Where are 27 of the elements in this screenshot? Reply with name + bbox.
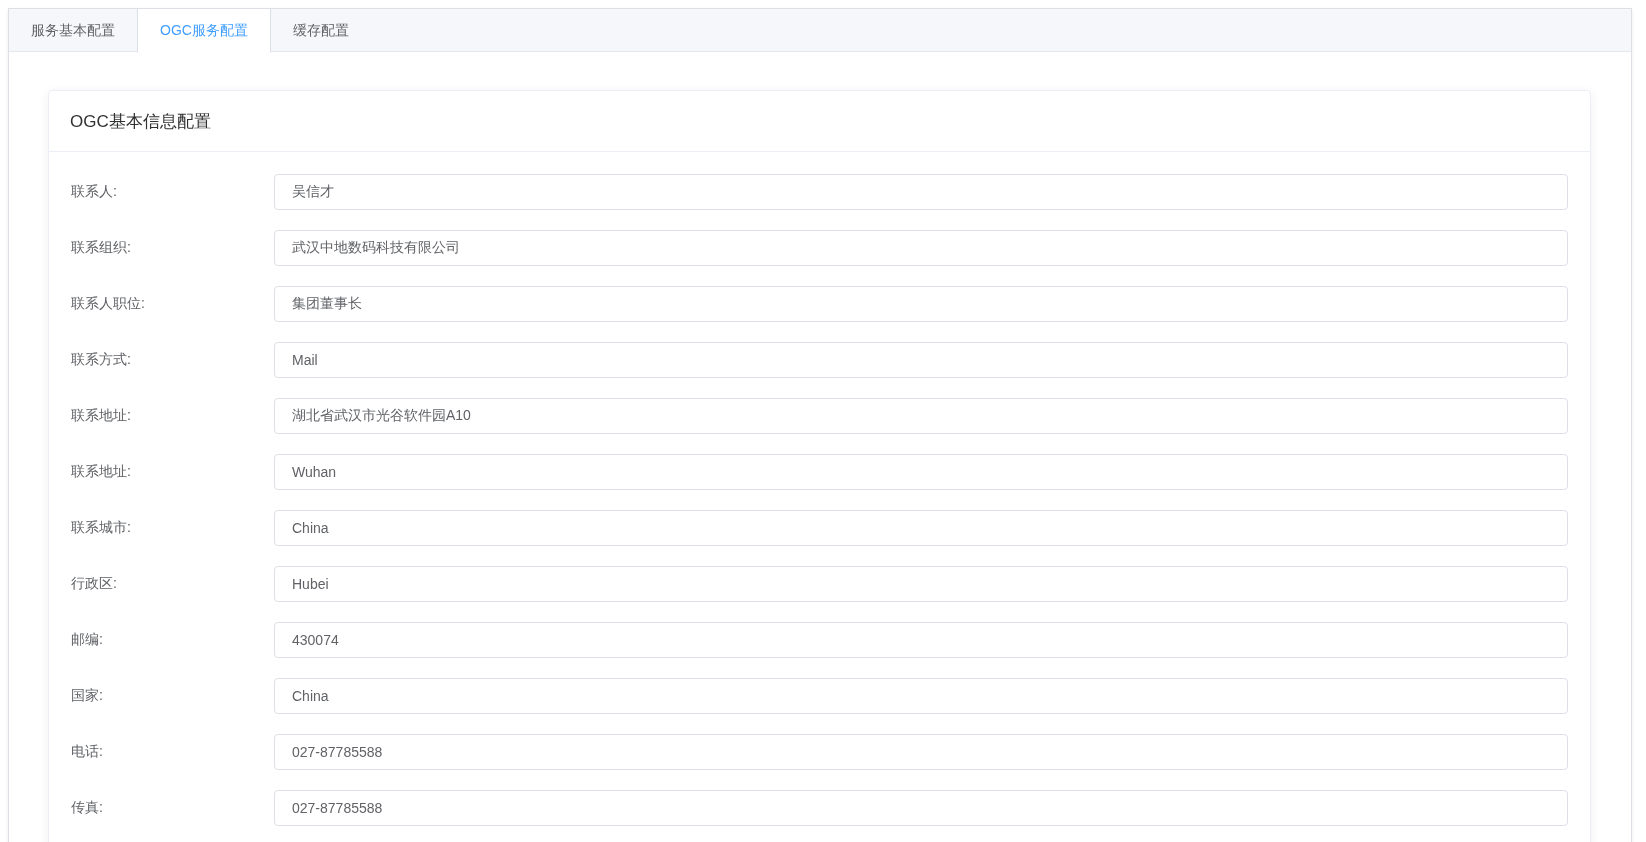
input-field[interactable]: Hubei — [274, 566, 1568, 602]
field-label: 邮编: — [71, 631, 104, 649]
input-field[interactable]: 430074 — [274, 622, 1568, 658]
field-label: 联系组织: — [71, 239, 132, 257]
input-field[interactable]: 湖北省武汉市光谷软件园A10 — [274, 398, 1568, 434]
input-field[interactable]: China — [274, 510, 1568, 546]
tab[interactable]: 服务基本配置 — [9, 9, 138, 51]
field-label: 联系城市: — [71, 519, 132, 537]
field-label: 国家: — [71, 687, 104, 705]
field-label: 联系地址: — [71, 407, 132, 425]
input-field[interactable]: 027-87785588 — [274, 790, 1568, 826]
field-label: 行政区: — [71, 575, 118, 593]
input-field[interactable]: 027-87785588 — [274, 734, 1568, 770]
field-label: 传真: — [71, 799, 104, 817]
input-field[interactable]: Mail — [274, 342, 1568, 378]
input-field[interactable]: 集团董事长 — [274, 286, 1568, 322]
input-field[interactable]: 吴信才 — [274, 174, 1568, 210]
card-title: OGC基本信息配置 — [70, 110, 211, 133]
field-label: 联系人职位: — [71, 295, 146, 313]
input-field[interactable]: Wuhan — [274, 454, 1568, 490]
field-label: 联系地址: — [71, 463, 132, 481]
tab[interactable]: 缓存配置 — [269, 9, 372, 51]
field-label: 电话: — [71, 743, 104, 761]
input-field[interactable]: 武汉中地数码科技有限公司 — [274, 230, 1568, 266]
field-label: 联系人: — [71, 183, 118, 201]
field-label: 联系方式: — [71, 351, 132, 369]
input-field[interactable]: China — [274, 678, 1568, 714]
